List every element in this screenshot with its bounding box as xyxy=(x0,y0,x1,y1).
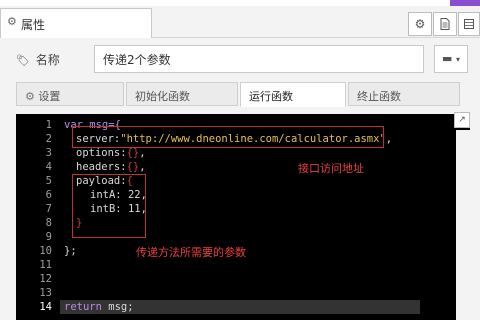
code-token: , xyxy=(139,147,146,159)
line-number: 1 xyxy=(45,119,52,131)
code-editor[interactable]: 1 2 3 4 5 6 7 8 9 10 11 12 13 14 var msg… xyxy=(16,114,470,320)
code-token: msg; xyxy=(101,301,134,313)
line-number: 12 xyxy=(39,273,52,285)
line-number: 5 xyxy=(45,175,52,187)
tab-on-start[interactable]: 初始化函数 xyxy=(126,82,238,106)
node-editor-panel: ⚙ 属性 ⚙ 🏷 名称 ▬ xyxy=(0,0,480,320)
line-number: 4 xyxy=(45,161,52,173)
name-label-text: 名称 xyxy=(35,53,60,67)
tab-setup-label: 设置 xyxy=(38,90,61,103)
payload-highlight-box xyxy=(72,174,146,238)
description-button[interactable] xyxy=(433,12,457,36)
appearance-button[interactable] xyxy=(458,12,480,36)
tab-on-message[interactable]: 运行函数 xyxy=(240,82,346,107)
chevron-down-icon: ▾ xyxy=(455,55,460,64)
line-number: 7 xyxy=(45,203,52,215)
line-number: 9 xyxy=(45,231,52,243)
line-number: 10 xyxy=(39,245,52,257)
line-number: 11 xyxy=(39,259,52,271)
tab-on-start-label: 初始化函数 xyxy=(135,90,190,103)
line-number-gutter: 1 2 3 4 5 6 7 8 9 10 11 12 13 14 xyxy=(16,114,60,320)
tag-icon: 🏷 xyxy=(16,54,30,67)
document-icon xyxy=(440,18,450,30)
function-tabs: ⚙ 设置 初始化函数 运行函数 终止函数 xyxy=(16,82,464,107)
accent-strip xyxy=(450,0,480,6)
tab-on-stop-label: 终止函数 xyxy=(357,90,401,103)
code-token: , xyxy=(139,161,146,173)
header-topline xyxy=(0,0,480,6)
expand-icon: ↗ xyxy=(458,115,466,125)
line-number: 2 xyxy=(45,133,52,145)
code-line-10: }; xyxy=(64,244,77,258)
line-number: 13 xyxy=(39,287,52,299)
line-number: 3 xyxy=(45,147,52,159)
server-highlight-box xyxy=(72,126,384,148)
table-icon xyxy=(464,19,474,29)
code-token: , xyxy=(385,133,393,145)
code-token-brace: {} xyxy=(126,161,140,173)
line-number: 8 xyxy=(45,217,52,229)
editor-side-column xyxy=(456,130,470,320)
line-number: 6 xyxy=(45,189,52,201)
name-row: 🏷 名称 ▬ ▾ xyxy=(0,44,480,74)
name-input[interactable] xyxy=(94,45,424,73)
code-token: options: xyxy=(76,147,127,159)
line-number-current: 14 xyxy=(39,301,52,313)
code-token-keyword: return xyxy=(64,301,102,313)
gear-icon: ⚙ xyxy=(7,15,17,28)
code-line-3: options:{}, xyxy=(76,146,146,160)
payload-annotation: 传递方法所需要的参数 xyxy=(136,246,246,259)
code-token: headers: xyxy=(76,161,127,173)
code-line-4: headers:{}, xyxy=(76,160,146,174)
tab-properties[interactable]: ⚙ 属性 xyxy=(0,8,152,38)
code-token: }; xyxy=(64,245,77,257)
panel-header: ⚙ 属性 ⚙ xyxy=(0,0,480,44)
expand-editor-button[interactable]: ↗ xyxy=(454,112,470,128)
settings-button[interactable]: ⚙ xyxy=(408,12,432,36)
tab-on-message-label: 运行函数 xyxy=(249,90,293,103)
book-icon: ▬ xyxy=(442,52,453,65)
library-button[interactable]: ▬ ▾ xyxy=(434,45,468,73)
code-line-14: return msg; xyxy=(64,300,134,314)
gear-icon: ⚙ xyxy=(25,90,35,103)
tab-setup[interactable]: ⚙ 设置 xyxy=(16,82,124,106)
tab-properties-label: 属性 xyxy=(21,18,46,32)
tab-on-stop[interactable]: 终止函数 xyxy=(348,82,460,106)
name-label: 🏷 名称 xyxy=(16,51,60,68)
code-token-brace: {} xyxy=(126,147,140,159)
gear-icon: ⚙ xyxy=(414,17,426,31)
server-annotation: 接口访问地址 xyxy=(298,162,364,175)
